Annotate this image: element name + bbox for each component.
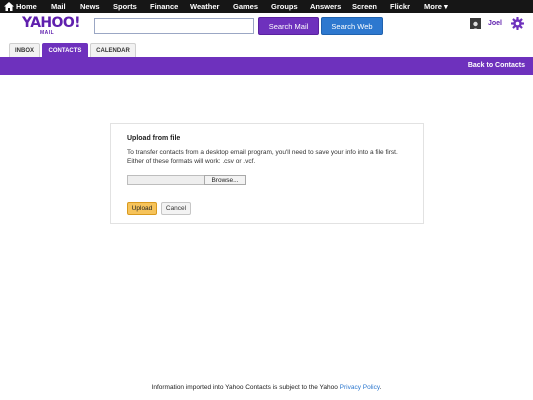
nav-finance[interactable]: Finance: [150, 2, 178, 11]
privacy-policy-link[interactable]: Privacy Policy: [340, 384, 380, 391]
nav-groups[interactable]: Groups: [271, 2, 298, 11]
nav-mail[interactable]: Mail: [51, 2, 66, 11]
panel-description: To transfer contacts from a desktop emai…: [127, 149, 398, 165]
chevron-down-icon: ▾: [444, 2, 448, 11]
back-to-contacts-link[interactable]: Back to Contacts: [468, 62, 525, 69]
search-web-button[interactable]: Search Web: [321, 17, 383, 35]
avatar[interactable]: [470, 18, 481, 29]
footer-notice: Information imported into Yahoo Contacts…: [0, 384, 533, 391]
footer-period: .: [379, 384, 382, 391]
mail-tabs: INBOX CONTACTS CALENDAR: [9, 43, 138, 57]
yahoo-mail-logo[interactable]: YAHOO! MAIL: [22, 15, 81, 38]
home-icon[interactable]: [4, 2, 14, 11]
search-input[interactable]: [94, 18, 254, 34]
nav-more[interactable]: More ▾: [424, 2, 448, 11]
tab-contacts[interactable]: CONTACTS: [42, 43, 88, 57]
nav-screen[interactable]: Screen: [352, 2, 377, 11]
logo-subtext: MAIL: [40, 30, 55, 36]
panel-title: Upload from file: [127, 135, 181, 142]
contacts-toolbar: Back to Contacts: [0, 57, 533, 75]
nav-flickr[interactable]: Flickr: [390, 2, 410, 11]
nav-answers[interactable]: Answers: [310, 2, 341, 11]
tab-calendar[interactable]: CALENDAR: [90, 43, 136, 57]
logo-text: YAHOO!: [22, 15, 81, 31]
nav-news[interactable]: News: [80, 2, 100, 11]
search-mail-button[interactable]: Search Mail: [258, 17, 319, 35]
top-nav-bar: Home Mail News Sports Finance Weather Ga…: [0, 0, 533, 13]
upload-from-file-panel: Upload from file To transfer contacts fr…: [110, 123, 424, 224]
gear-icon[interactable]: [511, 17, 524, 30]
browse-button[interactable]: Browse...: [204, 175, 246, 185]
nav-home[interactable]: Home: [16, 2, 37, 11]
user-icon: [470, 20, 481, 29]
file-path-field[interactable]: [127, 175, 205, 185]
cancel-button[interactable]: Cancel: [161, 202, 191, 215]
nav-more-label: More: [424, 2, 442, 11]
nav-sports[interactable]: Sports: [113, 2, 137, 11]
footer-text: Information imported into Yahoo Contacts…: [151, 384, 340, 391]
username-link[interactable]: Joel: [488, 20, 502, 27]
upload-button[interactable]: Upload: [127, 202, 157, 215]
nav-games[interactable]: Games: [233, 2, 258, 11]
nav-weather[interactable]: Weather: [190, 2, 219, 11]
tab-inbox[interactable]: INBOX: [9, 43, 40, 57]
